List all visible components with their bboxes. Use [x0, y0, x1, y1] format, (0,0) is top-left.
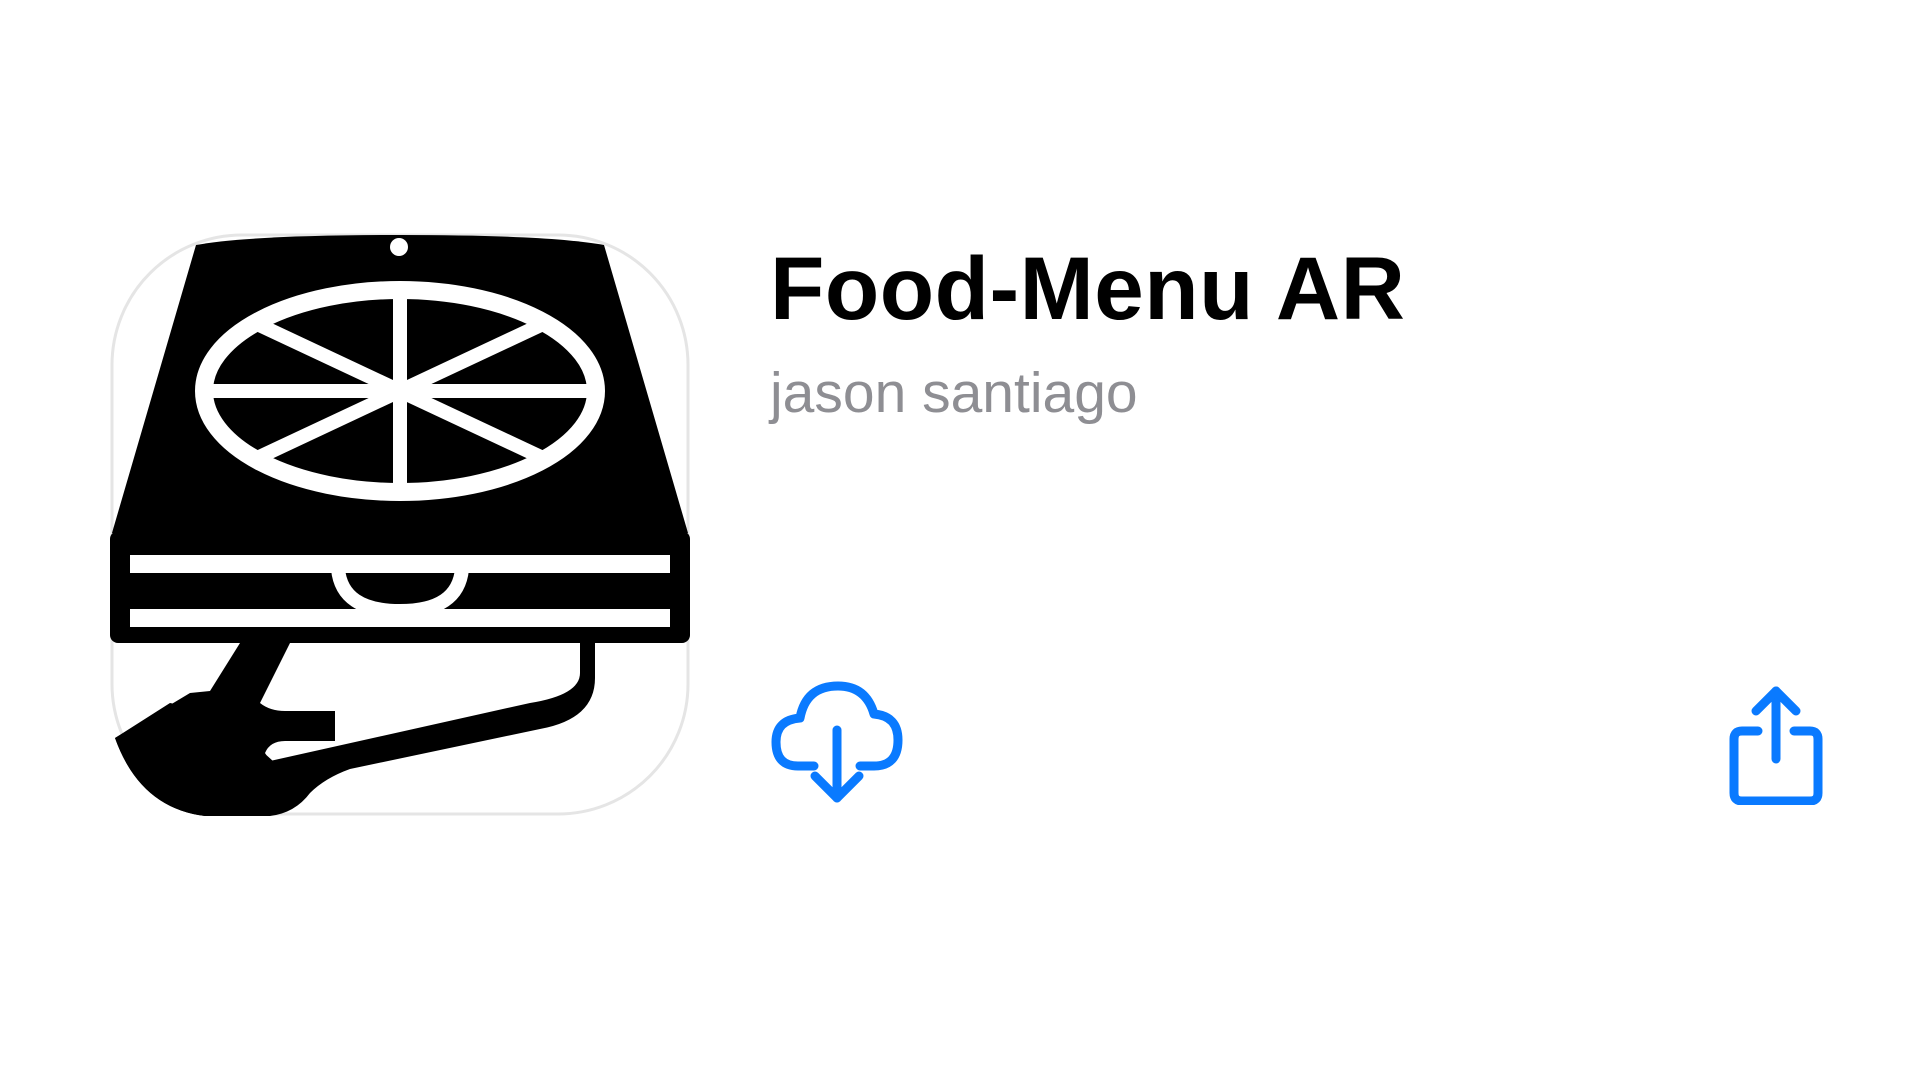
developer-name[interactable]: jason santiago: [770, 362, 1138, 425]
app-title: Food-Menu AR: [770, 238, 1406, 338]
app-header: Food-Menu AR jason santiago: [0, 0, 1920, 1080]
pizza-box-on-hand-icon: [110, 233, 690, 816]
share-icon[interactable]: [1728, 685, 1824, 805]
cloud-download-icon[interactable]: [770, 680, 904, 806]
